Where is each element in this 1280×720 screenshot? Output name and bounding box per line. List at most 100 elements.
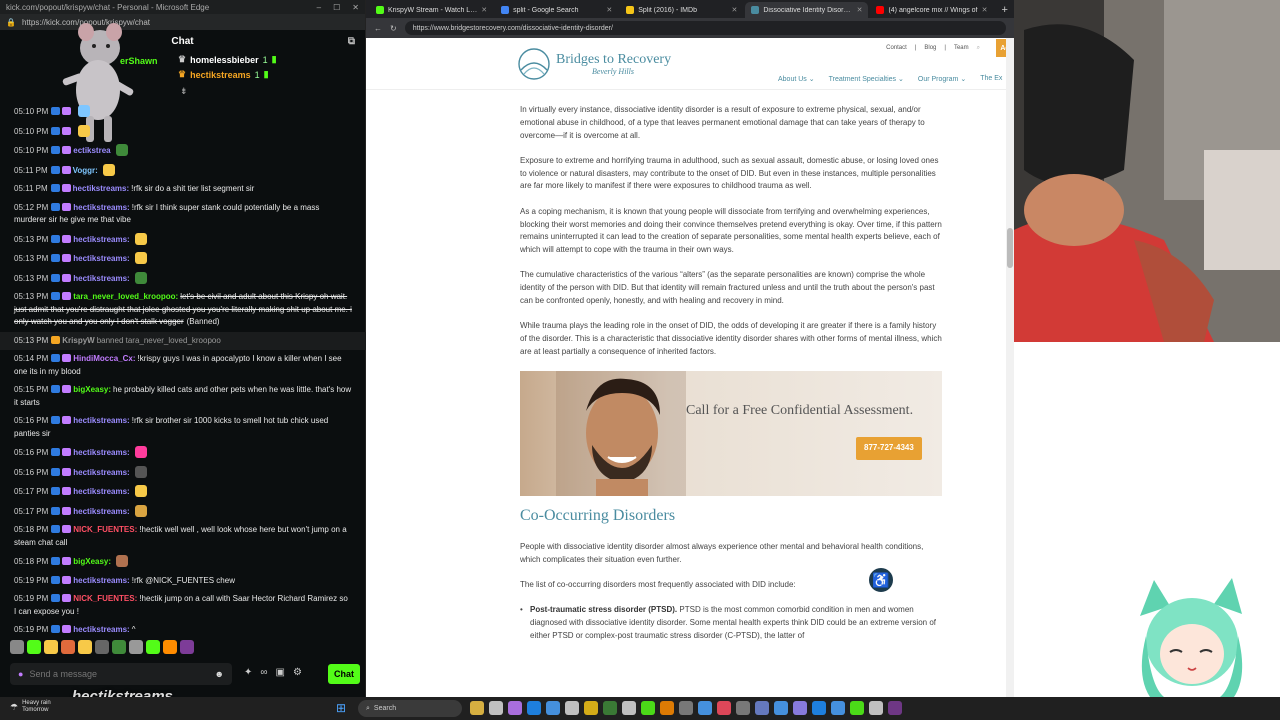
- quick-emote-icon[interactable]: [163, 640, 177, 654]
- cta-phone-button[interactable]: 877-727-4343: [856, 437, 922, 461]
- taskbar-app-icon[interactable]: [660, 701, 674, 715]
- chat-message[interactable]: 05:11 PM hectikstreams: !rfk sir do a shit…: [0, 180, 366, 199]
- windows-start-icon[interactable]: ⊞: [336, 701, 346, 715]
- chat-username[interactable]: NICK_FUENTES:: [73, 594, 137, 603]
- chat-username[interactable]: ectikstrea: [73, 146, 110, 155]
- quick-emote-icon[interactable]: [146, 640, 160, 654]
- chat-message[interactable]: 05:13 PM tara_never_loved_kroopoo: let's b…: [0, 288, 366, 332]
- settings-gear-icon[interactable]: ⚙: [293, 667, 302, 678]
- chat-send-button[interactable]: Chat: [328, 664, 360, 684]
- accessibility-icon[interactable]: ♿: [867, 566, 895, 594]
- taskbar-app-icon[interactable]: [489, 701, 503, 715]
- tab-close-icon[interactable]: ✕: [481, 6, 487, 14]
- chat-username[interactable]: hectikstreams:: [73, 254, 129, 263]
- chat-message[interactable]: 05:19 PM NICK_FUENTES: !hectik jump on a c…: [0, 590, 366, 621]
- expand-chevron-icon[interactable]: ⇟: [180, 86, 188, 97]
- store-icon[interactable]: ▣: [276, 667, 285, 678]
- nav-our-program[interactable]: Our Program ⌄: [918, 75, 966, 83]
- util-link-contact[interactable]: Contact: [886, 45, 907, 52]
- quick-emote-icon[interactable]: [112, 640, 126, 654]
- chat-message[interactable]: 05:15 PM bigXeasy: he probably killed cats…: [0, 381, 366, 412]
- taskbar-app-icon[interactable]: [470, 701, 484, 715]
- taskbar-app-icon[interactable]: [831, 701, 845, 715]
- chat-username[interactable]: hectikstreams:: [73, 235, 129, 244]
- taskbar-app-icon[interactable]: [584, 701, 598, 715]
- chat-message[interactable]: 05:19 PM hectikstreams: !rfk @NICK_FUENTES…: [0, 572, 366, 591]
- chat-username[interactable]: hectikstreams:: [73, 487, 129, 496]
- chat-message[interactable]: 05:14 PM HindiMocca_Cx: !krispy guys I was…: [0, 350, 366, 381]
- chat-username[interactable]: bigXeasy:: [73, 557, 111, 566]
- taskbar-app-icon[interactable]: [603, 701, 617, 715]
- chat-username[interactable]: hectikstreams:: [73, 468, 129, 477]
- chat-message[interactable]: 05:11 PM Voggr:: [0, 161, 366, 181]
- taskbar-app-icon[interactable]: [869, 701, 883, 715]
- browser-tab[interactable]: split - Google Search ✕: [495, 2, 618, 18]
- taskbar-app-icon[interactable]: [622, 701, 636, 715]
- emoji-icon[interactable]: ☻: [215, 669, 224, 679]
- taskbar-app-icon[interactable]: [812, 701, 826, 715]
- chat-username[interactable]: hectikstreams:: [73, 507, 129, 516]
- chat-message[interactable]: 05:10 PM ectikstrea: [0, 141, 366, 161]
- chat-message[interactable]: 05:16 PM hectikstreams:: [0, 443, 366, 463]
- nav-treatment-specialties[interactable]: Treatment Specialties ⌄: [829, 75, 904, 83]
- gifter-row[interactable]: ♛ homelessbieber 1 ▮: [178, 54, 277, 65]
- popout-icon[interactable]: ⧉: [348, 36, 355, 47]
- chat-username[interactable]: hectikstreams:: [73, 576, 129, 585]
- chat-message-input[interactable]: [29, 669, 209, 679]
- browser-tab[interactable]: Dissociative Identity Disorder - Br ✕: [745, 2, 869, 18]
- quick-emote-icon[interactable]: [95, 640, 109, 654]
- chat-message[interactable]: 05:10 PM: [0, 122, 366, 142]
- chat-username[interactable]: hectikstreams:: [73, 274, 129, 283]
- chat-message[interactable]: 05:18 PM NICK_FUENTES: !hectik well well ,…: [0, 521, 366, 552]
- chat-message[interactable]: 05:18 PM bigXeasy:: [0, 552, 366, 572]
- chat-system-message[interactable]: 05:13 PM KrispyW banned tara_never_loved_k…: [0, 331, 366, 350]
- page-scrollbar[interactable]: [1006, 38, 1014, 697]
- tab-close-icon[interactable]: ✕: [731, 6, 737, 14]
- taskbar-search[interactable]: ⌕ Search: [358, 700, 462, 717]
- close-icon[interactable]: ✕: [352, 3, 359, 12]
- util-link-team[interactable]: Team: [954, 45, 969, 52]
- taskbar-app-icon[interactable]: [793, 701, 807, 715]
- chat-username[interactable]: hectikstreams:: [73, 625, 129, 634]
- quick-emote-icon[interactable]: [129, 640, 143, 654]
- back-icon[interactable]: ←: [374, 24, 382, 33]
- scrollbar-thumb[interactable]: [1007, 228, 1013, 268]
- quick-emote-icon[interactable]: [44, 640, 58, 654]
- quick-emote-icon[interactable]: [180, 640, 194, 654]
- chat-message[interactable]: 05:13 PM hectikstreams:: [0, 249, 366, 269]
- taskbar-app-icon[interactable]: [736, 701, 750, 715]
- chat-message[interactable]: 05:17 PM hectikstreams:: [0, 502, 366, 522]
- refresh-icon[interactable]: ↻: [390, 24, 397, 33]
- assessment-banner[interactable]: Call for a Free Confidential Assessment.…: [520, 371, 942, 497]
- quick-emote-icon[interactable]: [27, 640, 41, 654]
- chat-input-box[interactable]: ● ☻: [10, 663, 232, 685]
- util-link-blog[interactable]: Blog: [924, 45, 936, 52]
- chat-username[interactable]: bigXeasy:: [73, 385, 111, 394]
- tab-close-icon[interactable]: ✕: [606, 6, 612, 14]
- maximize-icon[interactable]: ☐: [333, 3, 340, 12]
- taskbar-app-icon[interactable]: [755, 701, 769, 715]
- tab-close-icon[interactable]: ✕: [982, 6, 988, 14]
- taskbar-app-icon[interactable]: [565, 701, 579, 715]
- chat-message-list[interactable]: 05:10 PM 05:10 PM 05:10 PM ectikstrea 05:11 …: [0, 102, 366, 634]
- chat-username[interactable]: KrispyW: [62, 336, 94, 345]
- taskbar-app-icon[interactable]: [527, 701, 541, 715]
- quick-emote-icon[interactable]: [78, 640, 92, 654]
- browser-tab[interactable]: KrispyW Stream - Watch Live on K ✕: [370, 2, 493, 18]
- chat-message[interactable]: 05:17 PM hectikstreams:: [0, 482, 366, 502]
- chat-username[interactable]: tara_never_loved_kroopoo:: [73, 292, 178, 301]
- infinity-icon[interactable]: ∞: [260, 667, 267, 678]
- web-page[interactable]: Bridges to Recovery Beverly Hills Contac…: [366, 38, 1014, 697]
- chat-message[interactable]: 05:10 PM: [0, 102, 366, 122]
- chat-message[interactable]: 05:12 PM hectikstreams: !rfk sir I think s…: [0, 199, 366, 230]
- taskbar-app-icon[interactable]: [546, 701, 560, 715]
- minimize-icon[interactable]: –: [317, 3, 321, 12]
- chat-username[interactable]: Voggr:: [73, 166, 98, 175]
- browser-tab[interactable]: (4) angelcore mix // Wings of ✕: [870, 2, 993, 18]
- chat-username[interactable]: NICK_FUENTES:: [73, 525, 137, 534]
- chat-message[interactable]: 05:19 PM hectikstreams: ^: [0, 621, 366, 634]
- nav-about-us[interactable]: About Us ⌄: [778, 75, 815, 83]
- chat-message[interactable]: 05:13 PM hectikstreams:: [0, 269, 366, 289]
- gift-sub-icon[interactable]: ✦: [244, 667, 252, 678]
- url-field[interactable]: https://www.bridgestorecovery.com/dissoc…: [404, 21, 1006, 35]
